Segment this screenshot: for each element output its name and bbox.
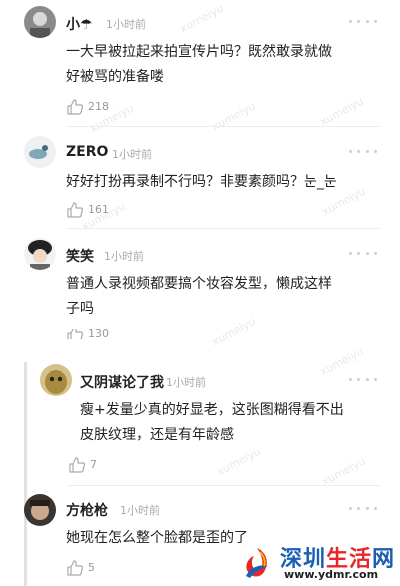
like-count: 7 (90, 458, 97, 471)
username[interactable]: 笑笑 (66, 246, 94, 266)
avatar[interactable] (24, 494, 56, 526)
more-options-icon[interactable] (349, 250, 377, 256)
watermark: xumeiyu (317, 344, 366, 379)
thumbs-up-icon (67, 560, 84, 576)
comment-text: 普通人录视频都要搞个妆容发型，懒成这样 子吗 (66, 276, 332, 317)
more-options-icon[interactable] (349, 505, 377, 511)
comment-time: 1小时前 (112, 148, 152, 161)
comment-time: 1小时前 (120, 504, 160, 517)
like-button[interactable]: 130 (66, 329, 109, 339)
logo-mark-icon (246, 548, 268, 578)
watermark: xumeiyu (317, 94, 366, 129)
like-button[interactable]: 161 (66, 201, 109, 219)
more-options-icon[interactable] (349, 148, 377, 154)
avatar[interactable] (24, 6, 56, 38)
watermark: xumeiyu (209, 99, 258, 134)
avatar[interactable] (24, 238, 56, 270)
thumbs-up-icon (69, 457, 86, 473)
divider (66, 126, 380, 127)
username[interactable]: ZERO (66, 144, 108, 160)
username[interactable]: 方枪枪 (66, 500, 108, 520)
thumbs-up-icon (67, 202, 84, 218)
watermark: xumeiyu (319, 454, 368, 489)
comment-text: 好好打扮再录制不行吗？非要素颜吗？눈_눈 (66, 174, 337, 190)
divider (68, 485, 380, 486)
comment-time: 1小时前 (166, 376, 206, 389)
like-count: 161 (88, 203, 109, 216)
more-options-icon[interactable] (349, 18, 377, 24)
username[interactable]: 小☂ (66, 14, 93, 34)
site-logo: 深圳生活网 www.ydmr.com (238, 540, 400, 586)
watermark: xumeiyu (214, 444, 263, 479)
comment-time: 1小时前 (106, 18, 146, 31)
like-count: 218 (88, 100, 109, 113)
comment-text: 她现在怎么整个脸都是歪的了 (66, 530, 248, 546)
thumbs-up-icon (67, 99, 84, 115)
thumbs-up-icon (67, 329, 84, 339)
avatar[interactable] (24, 136, 56, 168)
like-count: 5 (88, 561, 95, 574)
like-count: 130 (88, 329, 109, 339)
watermark: xumeiyu (177, 1, 226, 36)
more-options-icon[interactable] (349, 376, 377, 382)
avatar[interactable] (40, 364, 72, 396)
like-button[interactable]: 7 (68, 456, 97, 474)
reply-thread-bar (24, 362, 27, 586)
divider (66, 228, 380, 229)
comment-text: 瘦+发量少真的好显老，这张图糊得看不出 皮肤纹理，还是有年龄感 (80, 402, 344, 443)
username[interactable]: 又阴谋论了我 (80, 372, 164, 392)
like-button[interactable]: 218 (66, 98, 109, 116)
like-button[interactable]: 5 (66, 559, 95, 577)
comment-text: 一大早被拉起来拍宣传片吗？既然敢录就做 好被骂的准备喽 (66, 44, 332, 85)
comment-time: 1小时前 (104, 250, 144, 263)
logo-url: www.ydmr.com (284, 568, 379, 581)
